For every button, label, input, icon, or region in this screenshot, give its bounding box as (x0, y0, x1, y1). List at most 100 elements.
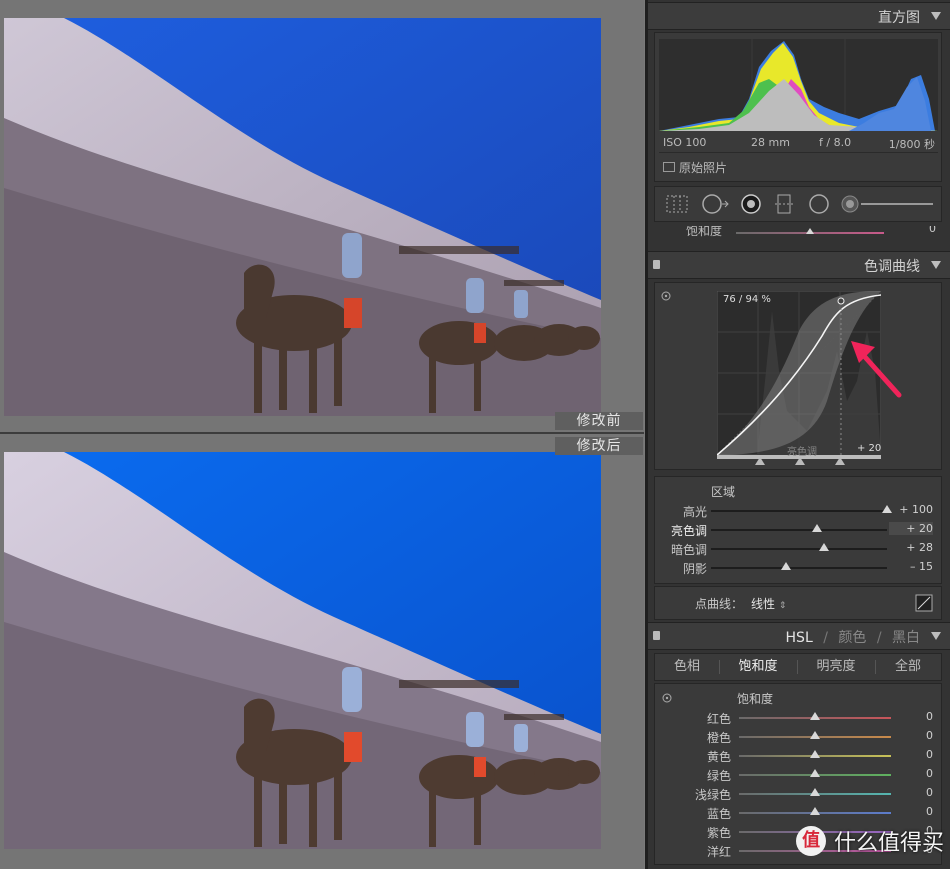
region-slider-track[interactable] (711, 567, 887, 569)
collapse-triangle-icon[interactable] (931, 12, 941, 20)
original-photo-label: 原始照片 (679, 161, 728, 175)
region-slider-label: 高光 (682, 505, 707, 519)
hsl-slider-row[interactable]: 浅绿色 0 (655, 784, 941, 802)
preview-area: 修改前 修改后 (0, 0, 644, 869)
tool-strip (654, 186, 942, 222)
target-adjust-icon[interactable] (661, 692, 673, 704)
hsl-tab-color[interactable]: 颜色 (838, 630, 866, 646)
annotation-arrow (851, 341, 902, 398)
basic-saturation-value: 0 (929, 226, 936, 235)
spot-removal-icon[interactable] (701, 193, 731, 215)
histogram-divider (659, 152, 938, 153)
region-slider-knob[interactable] (818, 543, 829, 551)
region-slider-track[interactable] (711, 548, 887, 550)
panel-toggle-icon[interactable] (653, 260, 660, 269)
hsl-slider-value[interactable]: 0 (889, 748, 933, 761)
subtab-saturation[interactable]: 饱和度 (721, 656, 795, 678)
hsl-slider-value[interactable]: 0 (889, 805, 933, 818)
hsl-slider-value[interactable]: 0 (889, 729, 933, 742)
point-curve-row: 点曲线： 线性 ⇕ (654, 586, 942, 620)
collapse-triangle-icon[interactable] (931, 261, 941, 269)
hsl-slider-row[interactable]: 红色 0 (655, 708, 941, 726)
basic-saturation-label: 饱和度 (686, 226, 723, 238)
region-slider-track[interactable] (711, 510, 887, 512)
hsl-slider-knob[interactable] (810, 807, 820, 815)
region-slider-value[interactable]: + 20 (889, 522, 933, 535)
split-point-knob-3[interactable] (835, 457, 845, 465)
hsl-header[interactable]: HSL / 颜色 / 黑白 (648, 622, 950, 650)
hsl-separator: / (876, 630, 882, 646)
hsl-slider-knob[interactable] (810, 712, 820, 720)
hsl-slider-row[interactable]: 绿色 0 (655, 765, 941, 783)
red-eye-icon[interactable] (739, 193, 763, 215)
watermark-badge: 值 (796, 826, 827, 856)
hsl-tab-bw[interactable]: 黑白 (892, 630, 920, 646)
region-slider-value[interactable]: – 15 (889, 560, 933, 573)
curve-region-value: + 20 (857, 443, 882, 454)
split-point-knob-2[interactable] (795, 457, 805, 465)
tone-curve-title: 色调曲线 (864, 259, 920, 275)
region-slider-value[interactable]: + 28 (889, 541, 933, 554)
hsl-section-title: 饱和度 (737, 692, 774, 706)
hsl-slider-row[interactable]: 蓝色 0 (655, 803, 941, 821)
subtab-luminance[interactable]: 明亮度 (799, 656, 873, 678)
basic-saturation-row: 饱和度 0 (648, 226, 950, 242)
basic-saturation-knob[interactable] (806, 228, 814, 234)
develop-panel: 直方图 ISO 100 28 mm f / 8.0 1/800 秒 原始照片 饱… (645, 0, 950, 869)
hsl-slider-label: 橙色 (706, 731, 731, 745)
subtab-hue[interactable]: 色相 (657, 656, 717, 678)
region-slider-knob[interactable] (780, 562, 791, 570)
histogram-header[interactable]: 直方图 (648, 2, 950, 30)
tone-curve-box: 76 / 94 % 亮色调 + 20 (654, 282, 942, 470)
region-slider-row[interactable]: 亮色调 + 20 (655, 520, 941, 538)
original-photo-checkbox[interactable] (663, 162, 675, 172)
hsl-slider-value[interactable]: 0 (889, 710, 933, 723)
region-slider-track[interactable] (711, 529, 887, 531)
hsl-slider-value[interactable]: 0 (889, 786, 933, 799)
hsl-slider-row[interactable]: 橙色 0 (655, 727, 941, 745)
tab-divider (875, 660, 876, 674)
hsl-slider-label: 绿色 (706, 769, 731, 783)
shutter-readout: 1/800 秒 (888, 138, 935, 151)
region-slider-value[interactable]: + 100 (889, 503, 933, 516)
tone-curve-header[interactable]: 色调曲线 (648, 251, 950, 279)
adjustment-brush-icon[interactable] (841, 193, 937, 215)
subtab-all[interactable]: 全部 (877, 656, 939, 678)
point-curve-value: 线性 (751, 597, 776, 611)
hsl-slider-label: 浅绿色 (694, 788, 731, 802)
collapse-triangle-icon[interactable] (931, 632, 941, 640)
hsl-slider-knob[interactable] (810, 750, 820, 758)
point-curve-label: 点曲线： (695, 597, 744, 611)
edit-point-curve-icon[interactable] (915, 594, 933, 612)
after-photo (4, 452, 601, 849)
histogram-graph (659, 39, 938, 131)
curve-region-hint: 亮色调 (787, 447, 817, 458)
crop-overlay-icon[interactable] (665, 193, 689, 215)
panel-toggle-icon[interactable] (653, 631, 660, 640)
hsl-slider-value[interactable]: 0 (889, 767, 933, 780)
stepper-icon: ⇕ (778, 601, 787, 611)
point-curve-select[interactable]: 线性 ⇕ (751, 595, 786, 612)
graduated-filter-icon[interactable] (773, 193, 797, 215)
split-point-knob-1[interactable] (755, 457, 765, 465)
watermark-text: 什么值得买 (833, 831, 944, 856)
hsl-slider-row[interactable]: 黄色 0 (655, 746, 941, 764)
radial-filter-icon[interactable] (807, 193, 831, 215)
region-slider-knob[interactable] (811, 524, 822, 532)
hsl-slider-knob[interactable] (810, 731, 820, 739)
hsl-slider-knob[interactable] (810, 769, 820, 777)
hsl-slider-label: 蓝色 (706, 807, 731, 821)
region-slider-row[interactable]: 暗色调 + 28 (655, 539, 941, 557)
curve-readout: 76 / 94 % (723, 294, 771, 305)
hsl-tab-hsl[interactable]: HSL (786, 630, 813, 646)
region-slider-row[interactable]: 高光 + 100 (655, 501, 941, 519)
aperture-readout: f / 8.0 (819, 136, 852, 149)
photo-divider (0, 432, 644, 434)
tab-divider (719, 660, 720, 674)
hsl-slider-knob[interactable] (810, 788, 820, 796)
hsl-slider-label: 洋红 (706, 845, 731, 859)
hsl-subtabs: 色相 饱和度 明亮度 全部 (654, 653, 942, 681)
hsl-slider-label: 黄色 (706, 750, 731, 764)
target-adjust-icon[interactable] (659, 289, 673, 303)
region-slider-row[interactable]: 阴影 – 15 (655, 558, 941, 576)
